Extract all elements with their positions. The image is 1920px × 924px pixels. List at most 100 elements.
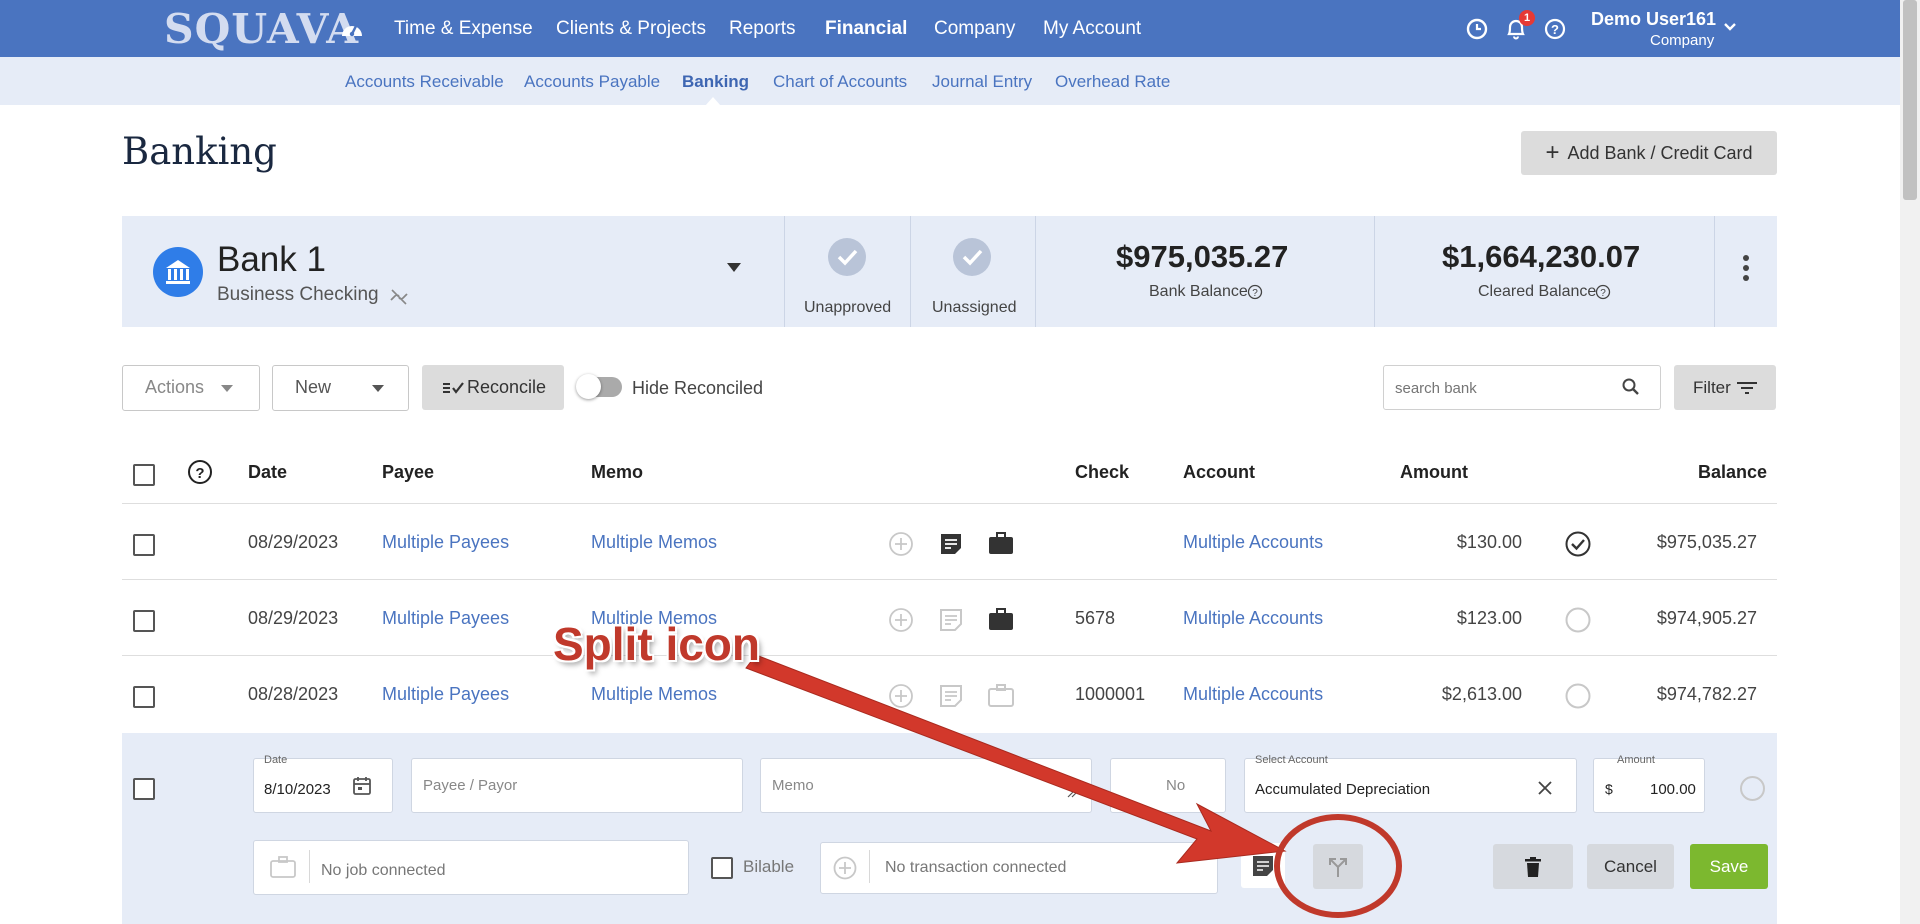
subnav-chart-of-accounts[interactable]: Chart of Accounts: [773, 72, 907, 92]
transaction-placeholder[interactable]: No transaction connected: [885, 859, 1066, 877]
cancel-button[interactable]: Cancel: [1587, 844, 1674, 889]
nav-company[interactable]: Company: [934, 18, 1015, 40]
row-account[interactable]: Multiple Accounts: [1183, 684, 1323, 705]
trash-icon: [1525, 856, 1541, 877]
bank-icon: [153, 247, 203, 297]
caret-down-icon: [221, 385, 233, 392]
nav-my-account[interactable]: My Account: [1043, 18, 1141, 40]
unreconciled-circle-icon[interactable]: [1564, 606, 1592, 634]
memo-placeholder[interactable]: Memo: [772, 777, 814, 794]
unapproved-check-icon[interactable]: [828, 238, 866, 276]
help-circle-icon[interactable]: ?: [187, 459, 213, 485]
subnav-journal-entry[interactable]: Journal Entry: [932, 72, 1032, 92]
account-value[interactable]: Accumulated Depreciation: [1255, 781, 1430, 798]
row-memo[interactable]: Multiple Memos: [591, 532, 717, 553]
header-balance[interactable]: Balance: [1698, 462, 1767, 483]
header-payee[interactable]: Payee: [382, 462, 434, 483]
scrollbar-thumb[interactable]: [1903, 0, 1917, 200]
header-date[interactable]: Date: [248, 462, 287, 483]
header-account[interactable]: Account: [1183, 462, 1255, 483]
date-value[interactable]: 8/10/2023: [264, 781, 331, 798]
save-button[interactable]: Save: [1690, 844, 1768, 889]
resize-handle-icon[interactable]: [1067, 788, 1077, 798]
unreconciled-circle-icon[interactable]: [1739, 775, 1766, 802]
toggle-knob[interactable]: [576, 374, 601, 399]
logo[interactable]: SQUAVA: [164, 5, 359, 53]
info-icon[interactable]: ?: [1595, 284, 1611, 300]
add-circle-icon[interactable]: [833, 856, 857, 880]
svg-text:?: ?: [1600, 288, 1606, 299]
payee-placeholder[interactable]: Payee / Payor: [423, 777, 517, 794]
row-checkbox[interactable]: [133, 778, 155, 800]
row-checkbox[interactable]: [133, 610, 155, 632]
nav-financial[interactable]: Financial: [825, 18, 907, 40]
help-icon[interactable]: ?: [1544, 18, 1566, 40]
split-button[interactable]: [1313, 844, 1363, 889]
unassigned-check-icon[interactable]: [953, 238, 991, 276]
add-circle-icon[interactable]: [888, 607, 914, 633]
divider: [1035, 216, 1036, 327]
job-field[interactable]: [253, 840, 689, 895]
calendar-icon[interactable]: [353, 776, 371, 795]
filter-button[interactable]: Filter: [1674, 365, 1776, 410]
job-placeholder[interactable]: No job connected: [321, 862, 446, 880]
row-checkbox[interactable]: [133, 534, 155, 556]
row-payee[interactable]: Multiple Payees: [382, 532, 509, 553]
new-dropdown[interactable]: New: [272, 365, 409, 411]
header-check[interactable]: Check: [1075, 462, 1129, 483]
note-icon[interactable]: [939, 684, 963, 708]
user-name[interactable]: Demo User161: [1591, 9, 1716, 30]
note-button[interactable]: [1241, 843, 1285, 888]
briefcase-icon[interactable]: [988, 683, 1014, 707]
unreconciled-circle-icon[interactable]: [1564, 682, 1592, 710]
header-memo[interactable]: Memo: [591, 462, 643, 483]
amount-value[interactable]: 100.00: [1650, 781, 1696, 798]
unlink-icon[interactable]: [388, 288, 410, 306]
row-divider: [122, 579, 1777, 580]
account-label: Select Account: [1255, 754, 1328, 766]
row-check: 1000001: [1075, 684, 1146, 704]
nav-time-expense[interactable]: Time & Expense: [394, 18, 533, 40]
row-payee[interactable]: Multiple Payees: [382, 608, 509, 629]
cleared-balance-label: Cleared Balance: [1478, 283, 1597, 300]
row-checkbox[interactable]: [133, 686, 155, 708]
search-icon[interactable]: [1622, 378, 1640, 396]
delete-button[interactable]: [1493, 844, 1573, 889]
chevron-down-icon[interactable]: [1723, 22, 1737, 32]
add-bank-button[interactable]: + Add Bank / Credit Card: [1521, 131, 1777, 175]
reconcile-label: Reconcile: [467, 377, 547, 397]
amount-currency: $: [1605, 781, 1613, 797]
add-circle-icon[interactable]: [888, 531, 914, 557]
svg-text:?: ?: [195, 465, 204, 482]
reconcile-button[interactable]: Reconcile: [422, 365, 564, 410]
subnav-accounts-receivable[interactable]: Accounts Receivable: [345, 72, 504, 92]
dashboard-icon[interactable]: [340, 18, 364, 38]
header-amount[interactable]: Amount: [1400, 462, 1468, 483]
subnav-overhead-rate[interactable]: Overhead Rate: [1055, 72, 1170, 92]
clear-icon[interactable]: [1537, 780, 1553, 796]
row-account[interactable]: Multiple Accounts: [1183, 608, 1323, 629]
briefcase-icon[interactable]: [988, 531, 1014, 555]
search-input[interactable]: [1393, 376, 1597, 400]
nav-reports[interactable]: Reports: [729, 18, 796, 40]
actions-dropdown[interactable]: Actions: [122, 365, 260, 411]
row-memo[interactable]: Multiple Memos: [591, 684, 717, 705]
note-icon[interactable]: [939, 608, 963, 632]
row-account[interactable]: Multiple Accounts: [1183, 532, 1323, 553]
briefcase-icon[interactable]: [988, 607, 1014, 631]
row-payee[interactable]: Multiple Payees: [382, 684, 509, 705]
subnav-accounts-payable[interactable]: Accounts Payable: [524, 72, 660, 92]
billable-checkbox[interactable]: [711, 857, 733, 879]
info-icon[interactable]: ?: [1247, 284, 1263, 300]
notification-badge: 1: [1519, 10, 1535, 26]
nav-clients-projects[interactable]: Clients & Projects: [556, 18, 706, 40]
more-vertical-icon[interactable]: [1741, 254, 1751, 284]
select-all-checkbox[interactable]: [133, 464, 155, 486]
note-icon[interactable]: [939, 532, 963, 556]
add-circle-icon[interactable]: [888, 683, 914, 709]
reconciled-check-icon[interactable]: [1564, 530, 1592, 558]
subnav-banking[interactable]: Banking: [682, 72, 749, 92]
bank-dropdown-caret-icon[interactable]: [727, 263, 741, 272]
check-number-placeholder[interactable]: No: [1166, 777, 1185, 794]
clock-icon[interactable]: [1466, 18, 1488, 40]
